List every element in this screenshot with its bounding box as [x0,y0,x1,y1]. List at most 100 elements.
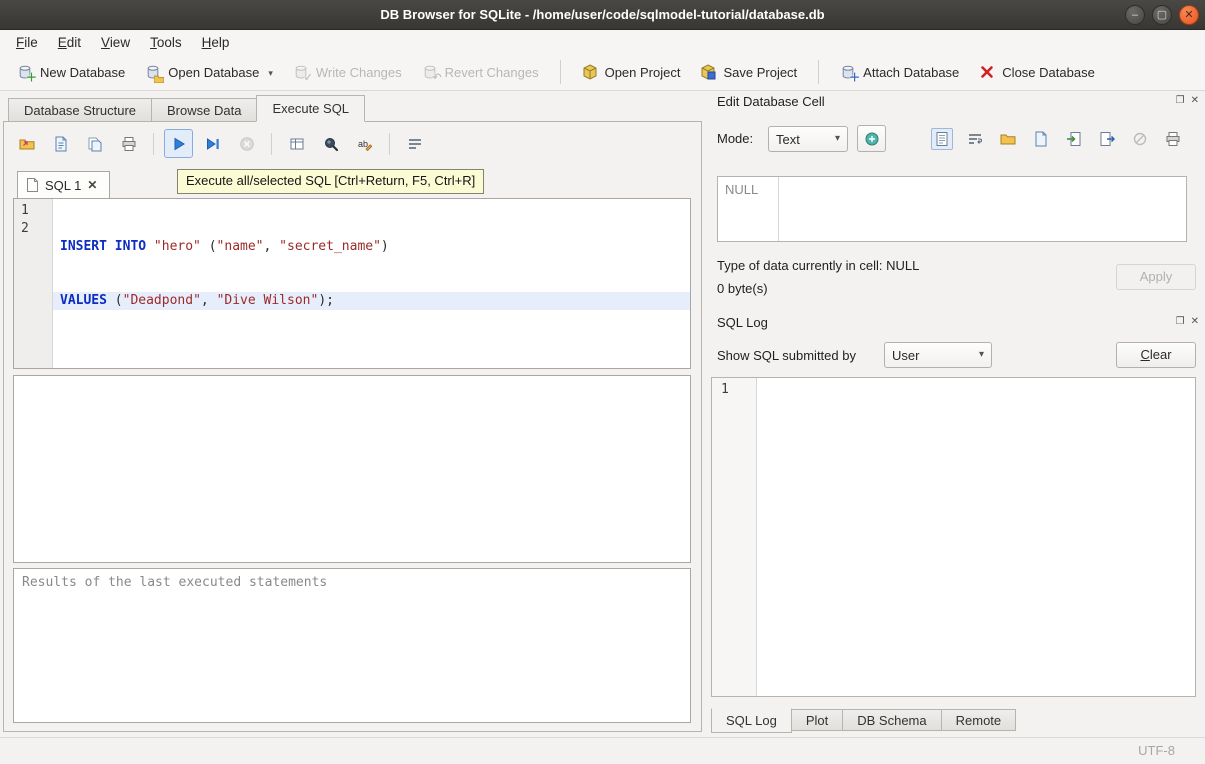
save-sql-as-button[interactable] [80,129,109,158]
menu-edit[interactable]: Edit [48,32,91,53]
results-placeholder: Results of the last executed statements [22,575,327,590]
dock-float-icon[interactable]: ❐ [1176,316,1185,328]
maximize-button[interactable]: ▢ [1152,5,1172,25]
write-changes-button: ✓ Write Changes [286,60,409,84]
cell-value-content[interactable] [779,177,1186,241]
log-filter-combo[interactable]: User ▾ [884,342,992,368]
sql-editor[interactable]: 1 2 INSERT INTO "hero" ("name", "secret_… [13,198,691,369]
new-database-label: New Database [40,65,125,80]
attach-database-button[interactable]: ＋ Attach Database [833,60,966,84]
mode-combo[interactable]: Text ▾ [768,126,848,152]
log-content[interactable] [757,378,1195,696]
open-cell-data-button[interactable] [997,128,1019,150]
attach-database-label: Attach Database [863,65,959,80]
titlebar[interactable]: DB Browser for SQLite - /home/user/code/… [0,0,1205,30]
sql-line-1[interactable]: INSERT INTO "hero" ("name", "secret_name… [53,238,690,256]
sql-code-area[interactable]: INSERT INTO "hero" ("name", "secret_name… [53,199,690,368]
tab-execute-sql[interactable]: Execute SQL [256,95,365,122]
menu-file[interactable]: File [6,32,48,53]
word-wrap-button[interactable] [400,129,429,158]
open-database-icon [145,64,161,80]
cell-editor-settings-button[interactable] [857,125,886,152]
print-cell-button[interactable] [1162,128,1184,150]
sql-token-string: "Deadpond" [123,293,201,308]
log-filter-label: Show SQL submitted by [717,348,856,363]
document-icon [26,178,39,192]
open-project-label: Open Project [605,65,681,80]
dock-float-icon[interactable]: ❐ [1176,95,1185,107]
word-wrap-icon [967,131,983,147]
open-sql-file-icon [19,136,35,152]
find-replace-button[interactable] [316,129,345,158]
sql-editor-tab[interactable]: SQL 1 ✕ [17,171,110,198]
export-icon [1099,131,1115,147]
close-database-label: Close Database [1002,65,1095,80]
import-cell-data-button[interactable] [1063,128,1085,150]
chevron-down-icon: ▾ [979,349,984,360]
text-view-button[interactable] [931,128,953,150]
sql-token-punct: ); [318,293,334,308]
set-null-icon [1132,131,1148,147]
sql-token-string: "hero" [154,239,201,254]
execute-sql-tooltip: Execute all/selected SQL [Ctrl+Return, F… [177,169,484,194]
set-null-button [1129,128,1151,150]
sql-log-view[interactable]: 1 [711,377,1196,697]
save-cell-data-button[interactable] [1030,128,1052,150]
edit-cell-dock-buttons: ❐ ✕ [1176,95,1199,107]
tab-database-structure[interactable]: Database Structure [8,98,151,122]
menu-tools[interactable]: Tools [140,32,192,53]
statusbar: UTF-8 [0,737,1205,764]
encoding-indicator[interactable]: UTF-8 [1138,743,1175,758]
word-wrap-cell-button[interactable] [964,128,986,150]
close-window-button[interactable]: ✕ [1179,5,1199,25]
new-database-button[interactable]: ＋ New Database [10,60,132,84]
close-tab-icon[interactable]: ✕ [87,178,97,192]
open-database-button[interactable]: Open Database ▾ [138,60,280,84]
chevron-down-icon: ▾ [835,133,840,144]
maximize-icon: ▢ [1157,9,1167,21]
tab-browse-data[interactable]: Browse Data [151,98,256,122]
dock-tab-plot[interactable]: Plot [792,709,843,731]
window-controls: – ▢ ✕ [1125,5,1199,25]
menu-help[interactable]: Help [192,32,240,53]
dock-tab-bar: SQL Log Plot DB Schema Remote [711,709,1016,733]
save-sql-as-icon [87,136,103,152]
clear-log-button[interactable]: Clear [1116,342,1196,368]
execution-log-box[interactable]: Results of the last executed statements [13,568,691,723]
export-cell-data-button[interactable] [1096,128,1118,150]
save-sql-file-button[interactable] [46,129,75,158]
sql-line-2[interactable]: VALUES ("Deadpond", "Dive Wilson"); [53,292,690,310]
dock-close-icon[interactable]: ✕ [1191,95,1199,107]
text-view-icon [934,131,950,147]
format-sql-button[interactable]: ab [350,129,379,158]
open-database-menu-caret[interactable]: ▾ [268,68,273,79]
print-sql-button[interactable] [114,129,143,158]
sql-tab-label: SQL 1 [45,178,81,193]
app-window: DB Browser for SQLite - /home/user/code/… [0,0,1205,764]
dock-tab-db-schema[interactable]: DB Schema [843,709,941,731]
execute-current-line-button[interactable] [198,129,227,158]
dock-close-icon[interactable]: ✕ [1191,316,1199,328]
cell-value-placeholder: NULL [718,177,779,241]
sql-log-dock-buttons: ❐ ✕ [1176,316,1199,328]
line-number: 2 [21,220,52,238]
sql-token-keyword: INSERT INTO [60,239,146,254]
cell-value-editor[interactable]: NULL [717,176,1187,242]
print-icon [1165,131,1181,147]
menu-view[interactable]: View [91,32,140,53]
line-number-gutter: 1 2 [14,199,53,368]
query-results-grid[interactable] [13,375,691,563]
close-database-button[interactable]: Close Database [972,60,1102,84]
word-wrap-icon [407,136,423,152]
minimize-button[interactable]: – [1125,5,1145,25]
export-results-button[interactable] [282,129,311,158]
dock-tab-remote[interactable]: Remote [942,709,1017,731]
execute-sql-button[interactable] [164,129,193,158]
open-sql-file-button[interactable] [12,129,41,158]
open-project-button[interactable]: Open Project [575,60,688,84]
save-project-icon [700,64,716,80]
dock-tab-sql-log[interactable]: SQL Log [711,708,792,733]
save-project-button[interactable]: Save Project [693,60,804,84]
sql-token-punct: ( [107,293,123,308]
open-file-icon [1000,131,1016,147]
